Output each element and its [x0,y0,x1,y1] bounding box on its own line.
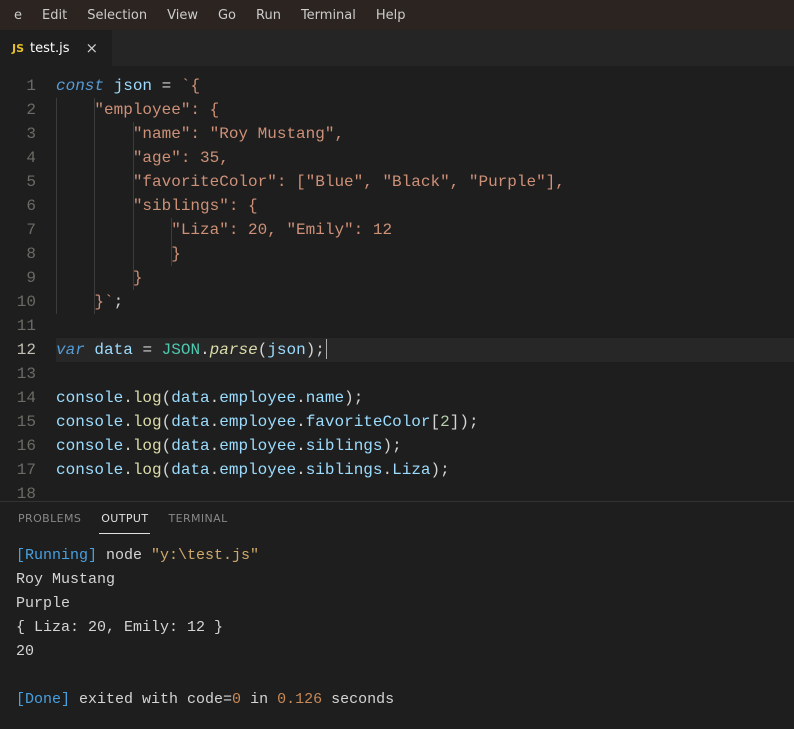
menu-go[interactable]: Go [208,4,246,27]
panel-tab-output[interactable]: OUTPUT [99,508,150,534]
output-panel[interactable]: [Running] node "y:\test.js"Roy MustangPu… [0,534,794,722]
menu-bar: eEditSelectionViewGoRunTerminalHelp [0,0,794,30]
line-number: 4 [10,146,36,170]
tab-test-js[interactable]: JS test.js × [0,30,113,66]
tab-label: test.js [30,41,69,56]
menu-selection[interactable]: Selection [77,4,157,27]
code-line[interactable]: "favoriteColor": ["Blue", "Black", "Purp… [56,170,794,194]
code-line[interactable] [56,314,794,338]
menu-edit[interactable]: Edit [32,4,77,27]
line-number: 16 [10,434,36,458]
menu-terminal[interactable]: Terminal [291,4,366,27]
line-number: 17 [10,458,36,482]
code-line[interactable]: "name": "Roy Mustang", [56,122,794,146]
code-line[interactable]: "employee": { [56,98,794,122]
menu-help[interactable]: Help [366,4,416,27]
menu-view[interactable]: View [157,4,208,27]
tab-bar: JS test.js × [0,30,794,66]
output-line [16,664,778,688]
line-number: 15 [10,410,36,434]
code-line[interactable]: console.log(data.employee.siblings.Liza)… [56,458,794,482]
output-line: [Running] node "y:\test.js" [16,544,778,568]
bottom-panel: PROBLEMS OUTPUT TERMINAL [Running] node "y… [0,501,794,729]
menu-e[interactable]: e [4,4,32,27]
output-line: { Liza: 20, Emily: 12 } [16,616,778,640]
code-line[interactable]: }`; [56,290,794,314]
editor[interactable]: 123456789101112131415161718 const json =… [0,66,794,501]
panel-tabs: PROBLEMS OUTPUT TERMINAL [0,502,794,534]
code-line[interactable]: console.log(data.employee.name); [56,386,794,410]
output-line: Roy Mustang [16,568,778,592]
output-line: Purple [16,592,778,616]
code-line[interactable]: "siblings": { [56,194,794,218]
line-gutter: 123456789101112131415161718 [0,66,48,501]
output-line: [Done] exited with code=0 in 0.126 secon… [16,688,778,712]
code-line[interactable]: var data = JSON.parse(json); [56,338,794,362]
code-content[interactable]: const json = `{ "employee": { "name": "R… [48,66,794,501]
text-cursor [326,339,327,359]
close-icon[interactable]: × [82,39,103,57]
line-number: 12 [10,338,36,362]
line-number: 13 [10,362,36,386]
js-file-icon: JS [12,42,24,55]
line-number: 8 [10,242,36,266]
line-number: 18 [10,482,36,501]
line-number: 14 [10,386,36,410]
code-line[interactable]: console.log(data.employee.siblings); [56,434,794,458]
code-line[interactable]: const json = `{ [56,74,794,98]
line-number: 3 [10,122,36,146]
menu-run[interactable]: Run [246,4,291,27]
line-number: 1 [10,74,36,98]
line-number: 10 [10,290,36,314]
output-line: 20 [16,640,778,664]
code-line[interactable] [56,482,794,501]
line-number: 6 [10,194,36,218]
code-line[interactable]: "Liza": 20, "Emily": 12 [56,218,794,242]
line-number: 2 [10,98,36,122]
code-line[interactable]: "age": 35, [56,146,794,170]
line-number: 5 [10,170,36,194]
code-line[interactable]: } [56,266,794,290]
code-line[interactable]: console.log(data.employee.favoriteColor[… [56,410,794,434]
panel-tab-terminal[interactable]: TERMINAL [166,508,229,534]
line-number: 7 [10,218,36,242]
code-line[interactable] [56,362,794,386]
line-number: 9 [10,266,36,290]
line-number: 11 [10,314,36,338]
code-line[interactable]: } [56,242,794,266]
panel-tab-problems[interactable]: PROBLEMS [16,508,83,534]
